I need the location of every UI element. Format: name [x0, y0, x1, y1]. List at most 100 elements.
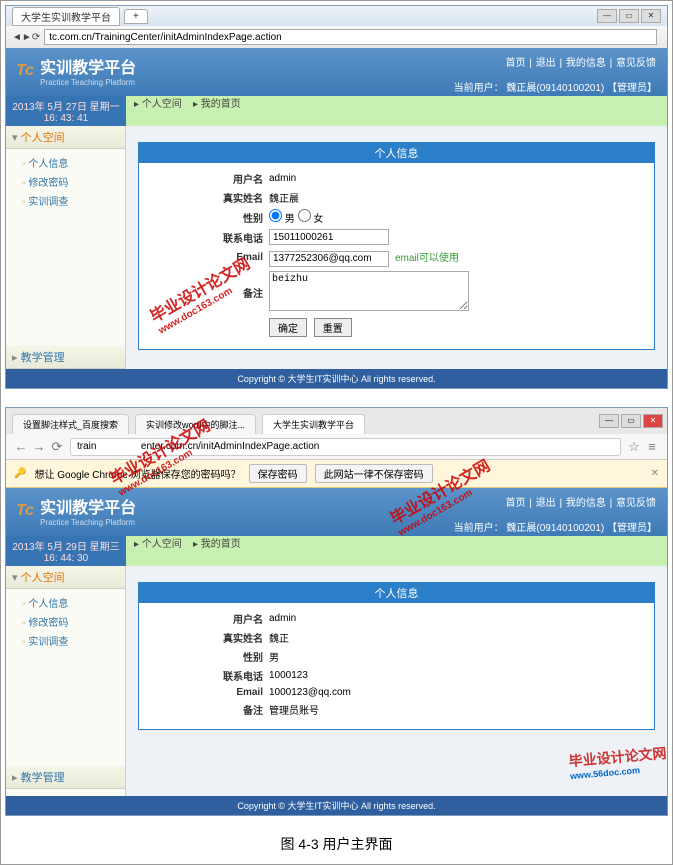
window-close[interactable]: ✕ — [641, 9, 661, 23]
value-email: 1000123@qq.com — [269, 687, 654, 698]
back-icon[interactable]: ◄ — [12, 32, 22, 43]
sidebar-item-info[interactable]: 个人信息 — [22, 593, 125, 612]
forward-icon[interactable]: ► — [22, 32, 32, 43]
window-min[interactable]: — — [599, 414, 619, 428]
time-line: 16: 44: 30 — [6, 553, 126, 564]
breadcrumb: ▸ 个人空间 ▸ 我的首页 — [126, 96, 667, 126]
window-max[interactable]: ▭ — [619, 9, 639, 23]
back-icon[interactable]: ← — [12, 439, 30, 454]
chrome-tab-2[interactable]: 实训修改word中的脚注... — [135, 414, 256, 434]
label-email: Email — [139, 252, 269, 263]
address-input[interactable] — [70, 438, 621, 456]
date-line: 2013年 5月 27日 星期一 — [6, 98, 126, 113]
app-header: Tc 实训教学平台 Practice Teaching Platform 首页 … — [6, 488, 667, 536]
sidebar-item-pwd[interactable]: 修改密码 — [22, 172, 125, 191]
radio-female[interactable] — [298, 209, 311, 222]
user-name: 魏正晨(09140100201) — [506, 83, 604, 94]
footer: Copyright © 大学生IT实训中心 All rights reserve… — [6, 369, 667, 388]
window-min[interactable]: — — [597, 9, 617, 23]
label-sex: 性别 — [139, 649, 269, 664]
label-realname: 真实姓名 — [139, 190, 269, 205]
value-realname: 魏正晨 — [269, 190, 654, 205]
close-icon[interactable]: ✕ — [651, 468, 659, 479]
time-line: 16: 43: 41 — [6, 113, 126, 124]
submit-button[interactable]: 确定 — [269, 318, 307, 337]
sidebar-section-teaching[interactable]: 教学管理 — [6, 766, 125, 789]
window-close[interactable]: ✕ — [643, 414, 663, 428]
footer: Copyright © 大学生IT实训中心 All rights reserve… — [6, 796, 667, 815]
sidebar-section-personal[interactable]: 个人空间 — [6, 566, 125, 589]
email-hint: email可以使用 — [395, 253, 459, 264]
input-email[interactable] — [269, 251, 389, 267]
nav-myinfo[interactable]: 我的信息 — [566, 498, 606, 509]
sidebar: 个人空间 个人信息 修改密码 实训调查 教学管理 — [6, 566, 126, 796]
date-line: 2013年 5月 29日 星期三 — [6, 538, 126, 553]
radio-male[interactable] — [269, 209, 282, 222]
sidebar-item-survey[interactable]: 实训调查 — [22, 191, 125, 210]
chrome-tab-3[interactable]: 大学生实训教学平台 — [262, 414, 365, 434]
label-email: Email — [139, 687, 269, 698]
info-panel: 个人信息 用户名admin 真实姓名魏正晨 性别 男 女 联系电话 Emaile… — [138, 142, 655, 350]
label-username: 用户名 — [139, 171, 269, 186]
ie-tab[interactable]: 大学生实训教学平台 — [12, 7, 120, 26]
never-save-button[interactable]: 此网站一律不保存密码 — [315, 464, 433, 483]
breadcrumb-2[interactable]: ▸ 我的首页 — [193, 99, 241, 110]
nav-logout[interactable]: 退出 — [536, 58, 556, 69]
chrome-tab-1[interactable]: 设置脚注样式_百度搜索 — [12, 414, 129, 434]
breadcrumb-2[interactable]: ▸ 我的首页 — [193, 539, 241, 550]
address-input[interactable] — [44, 29, 657, 45]
sidebar-item-pwd[interactable]: 修改密码 — [22, 612, 125, 631]
reset-button[interactable]: 重置 — [314, 318, 352, 337]
prompt-text: 想让 Google Chrome 浏览器保存您的密码吗？ — [34, 466, 240, 481]
breadcrumb-1[interactable]: ▸ 个人空间 — [134, 99, 182, 110]
screenshot-1: 大学生实训教学平台 + — ▭ ✕ ◄ ► ⟳ Tc 实训教学平台 Practi… — [5, 5, 668, 389]
breadcrumb-1[interactable]: ▸ 个人空间 — [134, 539, 182, 550]
chrome-tab-bar: 设置脚注样式_百度搜索 实训修改word中的脚注... 大学生实训教学平台 — … — [6, 408, 667, 434]
user-name: 魏正晨(09140100201) — [506, 523, 604, 534]
value-remark: 管理员账号 — [269, 702, 654, 717]
top-nav: 首页 | 退出 | 我的信息 | 意见反馈 — [505, 54, 657, 69]
nav-home[interactable]: 首页 — [506, 58, 526, 69]
textarea-remark[interactable]: beizhu — [269, 271, 469, 311]
breadcrumb: ▸ 个人空间 ▸ 我的首页 — [126, 536, 667, 566]
ie-new-tab[interactable]: + — [124, 9, 148, 24]
sidebar-item-info[interactable]: 个人信息 — [22, 153, 125, 172]
nav-feedback[interactable]: 意见反馈 — [616, 58, 656, 69]
user-label: 当前用户： — [454, 83, 504, 94]
nav-logout[interactable]: 退出 — [536, 498, 556, 509]
user-label: 当前用户： — [454, 523, 504, 534]
label-sex: 性别 — [139, 210, 269, 225]
forward-icon[interactable]: → — [30, 439, 48, 454]
value-username: admin — [269, 173, 654, 184]
sidebar-item-survey[interactable]: 实训调查 — [22, 631, 125, 650]
value-sex: 男 — [269, 649, 654, 664]
nav-myinfo[interactable]: 我的信息 — [566, 58, 606, 69]
sidebar-section-personal[interactable]: 个人空间 — [6, 126, 125, 149]
ie-address-bar: ◄ ► ⟳ — [6, 26, 667, 48]
panel-title: 个人信息 — [139, 143, 654, 163]
star-icon[interactable]: ☆ — [625, 439, 643, 455]
logo-cn: 实训教学平台 — [40, 500, 136, 517]
sidebar-section-teaching[interactable]: 教学管理 — [6, 346, 125, 369]
save-password-button[interactable]: 保存密码 — [249, 464, 307, 483]
value-realname: 魏正 — [269, 630, 654, 645]
figure-caption: 图 4-3 用户主界面 — [5, 834, 668, 854]
value-phone: 1000123 — [269, 670, 654, 681]
sidebar: 个人空间 个人信息 修改密码 实训调查 教学管理 — [6, 126, 126, 369]
panel-title: 个人信息 — [139, 583, 654, 603]
window-max[interactable]: ▭ — [621, 414, 641, 428]
menu-icon[interactable]: ≡ — [643, 439, 661, 454]
app-header: Tc 实训教学平台 Practice Teaching Platform 首页 … — [6, 48, 667, 96]
label-realname: 真实姓名 — [139, 630, 269, 645]
value-username: admin — [269, 613, 654, 624]
ie-tab-bar: 大学生实训教学平台 + — ▭ ✕ — [6, 6, 667, 26]
chrome-address-bar: ← → ⟳ ☆ ≡ — [6, 434, 667, 460]
reload-icon[interactable]: ⟳ — [48, 439, 66, 455]
input-phone[interactable] — [269, 229, 389, 245]
label-remark: 备注 — [139, 702, 269, 717]
nav-feedback[interactable]: 意见反馈 — [616, 498, 656, 509]
logo-tc: Tc — [16, 502, 34, 520]
label-username: 用户名 — [139, 611, 269, 626]
nav-home[interactable]: 首页 — [506, 498, 526, 509]
reload-icon[interactable]: ⟳ — [32, 32, 40, 43]
